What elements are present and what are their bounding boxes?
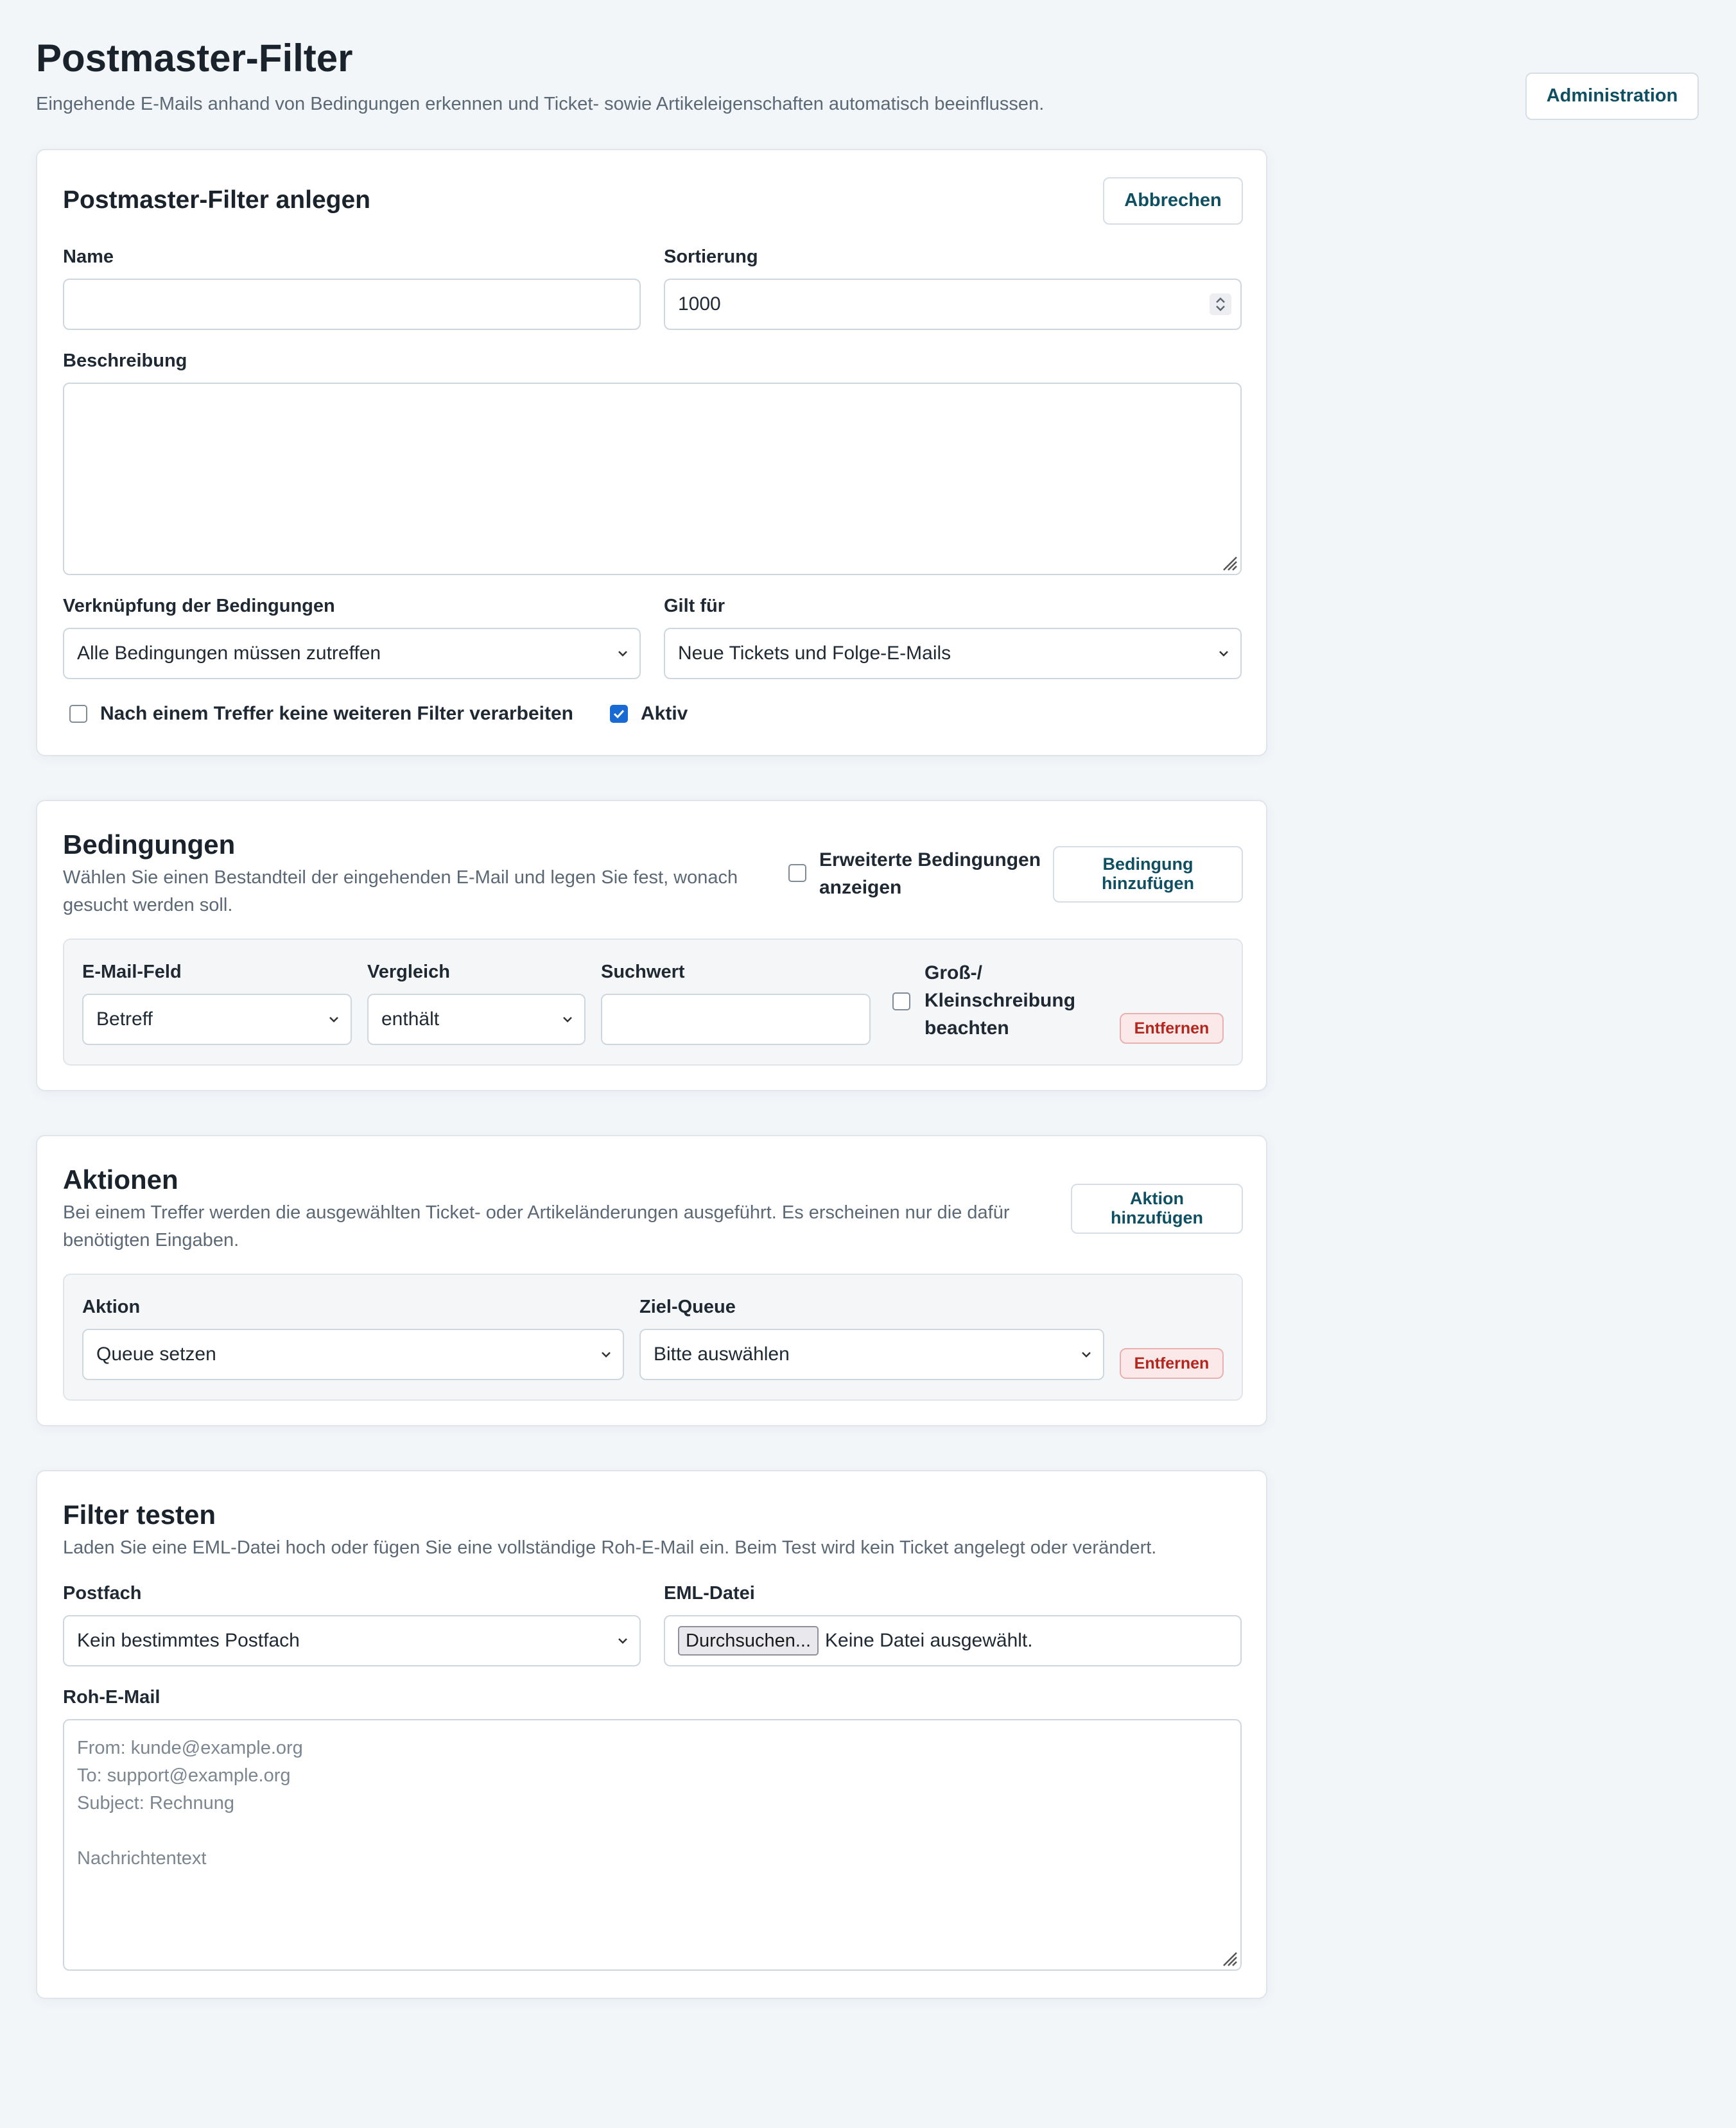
raw-email-placeholder: From: kunde@example.org To: support@exam…: [77, 1738, 303, 1869]
cancel-button[interactable]: Abbrechen: [1103, 177, 1243, 225]
advanced-conditions-label: Erweiterte Bedingungen anzeigen: [819, 849, 1041, 898]
number-spinner-icon[interactable]: [1210, 293, 1231, 315]
condition-row: E-Mail-Feld Betreff Vergleich enthält Su…: [63, 939, 1243, 1066]
sort-label: Sortierung: [664, 247, 758, 267]
compare-select[interactable]: enthält: [367, 994, 586, 1045]
target-queue-value: Bitte auswählen: [654, 1344, 790, 1365]
applies-to-value: Neue Tickets und Folge-E-Mails: [678, 643, 951, 664]
target-queue-label: Ziel-Queue: [639, 1297, 736, 1317]
compare-label: Vergleich: [367, 962, 450, 982]
actions-description: Bei einem Treffer werden die ausgewählte…: [63, 1202, 1010, 1250]
chevron-down-icon: [615, 1633, 630, 1648]
page: Postmaster-Filter Eingehende E-Mails anh…: [0, 0, 1736, 2128]
filter-test-card: Filter testen Laden Sie eine EML-Datei h…: [36, 1470, 1267, 1999]
raw-email-label: Roh-E-Mail: [63, 1687, 161, 1708]
condition-link-select[interactable]: Alle Bedingungen müssen zutreffen: [63, 628, 641, 679]
page-title: Postmaster-Filter: [36, 37, 353, 80]
description-textarea[interactable]: [63, 383, 1242, 575]
raw-email-textarea[interactable]: From: kunde@example.org To: support@exam…: [63, 1719, 1242, 1971]
active-label: Aktiv: [641, 703, 688, 724]
remove-action-button[interactable]: Entfernen: [1120, 1348, 1224, 1379]
stop-processing-label: Nach einem Treffer keine weiteren Filter…: [100, 703, 573, 724]
page-subtitle: Eingehende E-Mails anhand von Bedingunge…: [36, 94, 1045, 114]
search-value-input[interactable]: [601, 994, 871, 1045]
action-select[interactable]: Queue setzen: [82, 1329, 624, 1380]
checkmark-icon: [613, 709, 625, 719]
chevron-down-icon: [560, 1012, 575, 1027]
chevron-down-icon: [1216, 646, 1231, 661]
sort-value: 1000: [678, 293, 721, 315]
condition-link-value: Alle Bedingungen müssen zutreffen: [77, 643, 381, 664]
conditions-description: Wählen Sie einen Bestandteil der eingehe…: [63, 867, 738, 915]
chevron-down-icon: [615, 646, 630, 661]
eml-file-label: EML-Datei: [664, 1583, 755, 1604]
browse-button[interactable]: Durchsuchen...: [678, 1626, 819, 1656]
applies-to-label: Gilt für: [664, 596, 725, 616]
mailbox-select[interactable]: Kein bestimmtes Postfach: [63, 1615, 641, 1666]
email-field-select[interactable]: Betreff: [82, 994, 352, 1045]
applies-to-select[interactable]: Neue Tickets und Folge-E-Mails: [664, 628, 1242, 679]
advanced-conditions-checkbox[interactable]: [788, 864, 806, 882]
sort-input[interactable]: 1000: [664, 279, 1242, 330]
target-queue-select[interactable]: Bitte auswählen: [639, 1329, 1104, 1380]
resize-handle-icon[interactable]: [1220, 1949, 1238, 1967]
action-label: Aktion: [82, 1297, 141, 1317]
action-row: Aktion Queue setzen Ziel-Queue Bitte aus…: [63, 1274, 1243, 1401]
name-label: Name: [63, 247, 114, 267]
filter-test-title: Filter testen: [63, 1500, 216, 1530]
chevron-down-icon: [598, 1347, 614, 1362]
search-value-label: Suchwert: [601, 962, 685, 982]
name-input[interactable]: [63, 279, 641, 330]
chevron-down-icon: [326, 1012, 342, 1027]
conditions-card: Bedingungen Wählen Sie einen Bestandteil…: [36, 800, 1267, 1091]
administration-button[interactable]: Administration: [1525, 73, 1699, 120]
conditions-title: Bedingungen: [63, 829, 236, 860]
chevron-down-icon: [1079, 1347, 1094, 1362]
mailbox-value: Kein bestimmtes Postfach: [77, 1630, 300, 1651]
resize-handle-icon[interactable]: [1220, 553, 1238, 571]
stop-processing-checkbox[interactable]: [69, 705, 87, 723]
compare-value: enthält: [381, 1008, 440, 1030]
case-sensitive-checkbox[interactable]: [892, 992, 910, 1010]
case-sensitive-label: Groß-/ Kleinschreibung beachten: [924, 962, 1076, 1039]
condition-link-label: Verknüpfung der Bedingungen: [63, 596, 335, 616]
description-label: Beschreibung: [63, 350, 187, 371]
filter-test-description: Laden Sie eine EML-Datei hoch oder fügen…: [63, 1537, 1157, 1558]
actions-card: Aktionen Bei einem Treffer werden die au…: [36, 1135, 1267, 1426]
add-condition-button[interactable]: Bedingung hinzufügen: [1053, 846, 1243, 903]
eml-file-input: Durchsuchen... Keine Datei ausgewählt.: [664, 1615, 1242, 1666]
remove-condition-button[interactable]: Entfernen: [1120, 1013, 1224, 1044]
create-filter-title: Postmaster-Filter anlegen: [63, 186, 370, 214]
mailbox-label: Postfach: [63, 1583, 142, 1604]
active-checkbox[interactable]: [610, 705, 628, 723]
email-field-value: Betreff: [96, 1008, 153, 1030]
actions-title: Aktionen: [63, 1164, 178, 1195]
action-value: Queue setzen: [96, 1344, 216, 1365]
email-field-label: E-Mail-Feld: [82, 962, 182, 982]
no-file-label: Keine Datei ausgewählt.: [825, 1630, 1033, 1651]
add-action-button[interactable]: Aktion hinzufügen: [1071, 1184, 1243, 1234]
create-filter-card: Postmaster-Filter anlegen Abbrechen Name…: [36, 149, 1267, 756]
